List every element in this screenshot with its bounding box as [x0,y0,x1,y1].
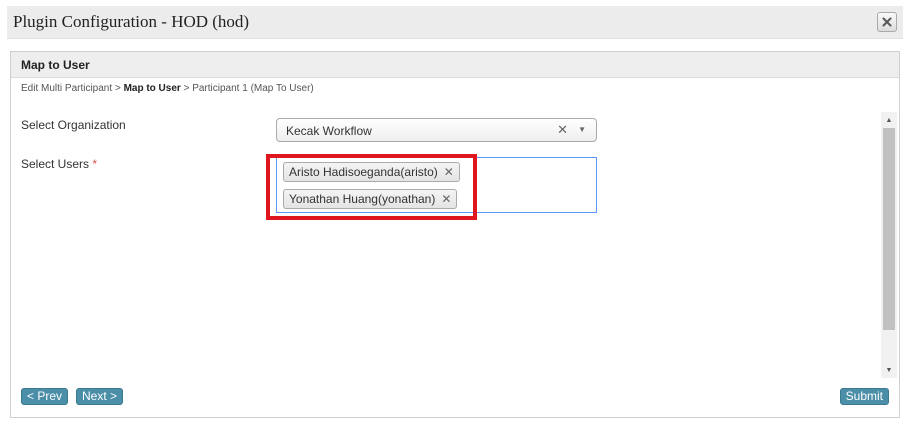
remove-chip-icon[interactable]: ✕ [444,165,454,179]
scroll-thumb[interactable] [883,128,895,330]
form-area: Select Organization Kecak Workflow ✕ ▼ S… [11,112,881,378]
users-label-text: Select Users [21,157,90,171]
close-button[interactable] [877,12,897,32]
clear-icon[interactable]: ✕ [557,122,568,138]
dialog-title: Plugin Configuration - HOD (hod) [13,12,250,31]
submit-button[interactable]: Submit [839,388,889,405]
users-multiselect[interactable]: Aristo Hadisoeganda(aristo) ✕ Yonathan H… [276,157,597,213]
chip-label: Yonathan Huang(yonathan) [289,192,436,206]
breadcrumb: Edit Multi Participant > Map to User > P… [21,83,314,94]
panel-title: Map to User [21,58,90,72]
vertical-scrollbar[interactable]: ▲ ▼ [881,112,897,378]
breadcrumb-item: Participant 1 (Map To User) [192,83,314,94]
selected-user-chip: Aristo Hadisoeganda(aristo) ✕ [283,162,460,182]
breadcrumb-separator: > [183,83,190,94]
breadcrumb-separator: > [114,83,121,94]
close-icon [882,17,892,27]
chevron-down-icon[interactable]: ▼ [578,125,586,134]
remove-chip-icon[interactable]: ✕ [441,192,451,206]
organization-label: Select Organization [21,118,126,132]
scroll-up-icon[interactable]: ▲ [881,112,897,128]
selected-user-chip: Yonathan Huang(yonathan) ✕ [283,189,458,209]
breadcrumb-current: Map to User [123,83,181,94]
dialog-titlebar: Plugin Configuration - HOD (hod) [7,6,903,39]
chip-label: Aristo Hadisoeganda(aristo) [289,165,438,179]
users-label: Select Users * [21,157,97,171]
next-button[interactable]: Next > [76,388,124,405]
organization-select-value: Kecak Workflow [286,124,372,138]
breadcrumb-item[interactable]: Edit Multi Participant [21,83,112,94]
scroll-down-icon[interactable]: ▼ [881,362,897,378]
prev-button[interactable]: < Prev [21,388,69,405]
panel-header: Map to User [11,52,899,78]
required-mark: * [92,157,98,171]
config-panel: Map to User Edit Multi Participant > Map… [10,51,900,418]
organization-select[interactable]: Kecak Workflow ✕ ▼ [276,118,597,142]
